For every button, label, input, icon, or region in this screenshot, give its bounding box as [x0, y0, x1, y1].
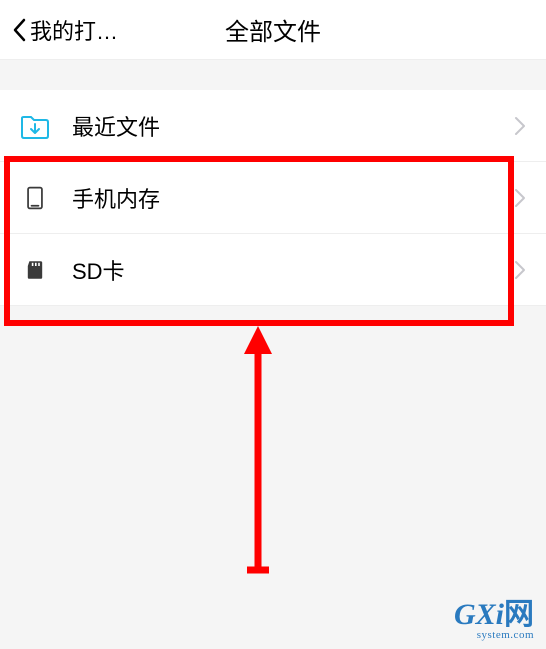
list-item-recent[interactable]: 最近文件	[0, 90, 546, 162]
watermark-brand-cn: 网	[504, 598, 534, 631]
chevron-right-icon	[514, 260, 526, 280]
list-item-sd-card[interactable]: SD卡	[0, 234, 546, 306]
page-title: 全部文件	[225, 12, 321, 47]
watermark-brand: GXi	[454, 598, 504, 631]
header-bar: 我的打… 全部文件	[0, 0, 546, 60]
list-item-phone-storage[interactable]: 手机内存	[0, 162, 546, 234]
watermark: GXi网 system.com	[454, 589, 534, 641]
list-item-label: 最近文件	[72, 110, 514, 142]
back-label: 我的打…	[30, 14, 118, 46]
sd-card-icon	[20, 255, 50, 285]
phone-icon	[20, 183, 50, 213]
download-folder-icon	[20, 111, 50, 141]
back-button[interactable]: 我的打…	[0, 14, 118, 46]
list-item-label: SD卡	[72, 254, 514, 286]
list-item-label: 手机内存	[72, 182, 514, 214]
chevron-left-icon	[12, 18, 26, 42]
annotation-arrow-up-icon	[238, 326, 278, 576]
chevron-right-icon	[514, 116, 526, 136]
chevron-right-icon	[514, 188, 526, 208]
file-list: 最近文件 手机内存 SD卡	[0, 90, 546, 306]
